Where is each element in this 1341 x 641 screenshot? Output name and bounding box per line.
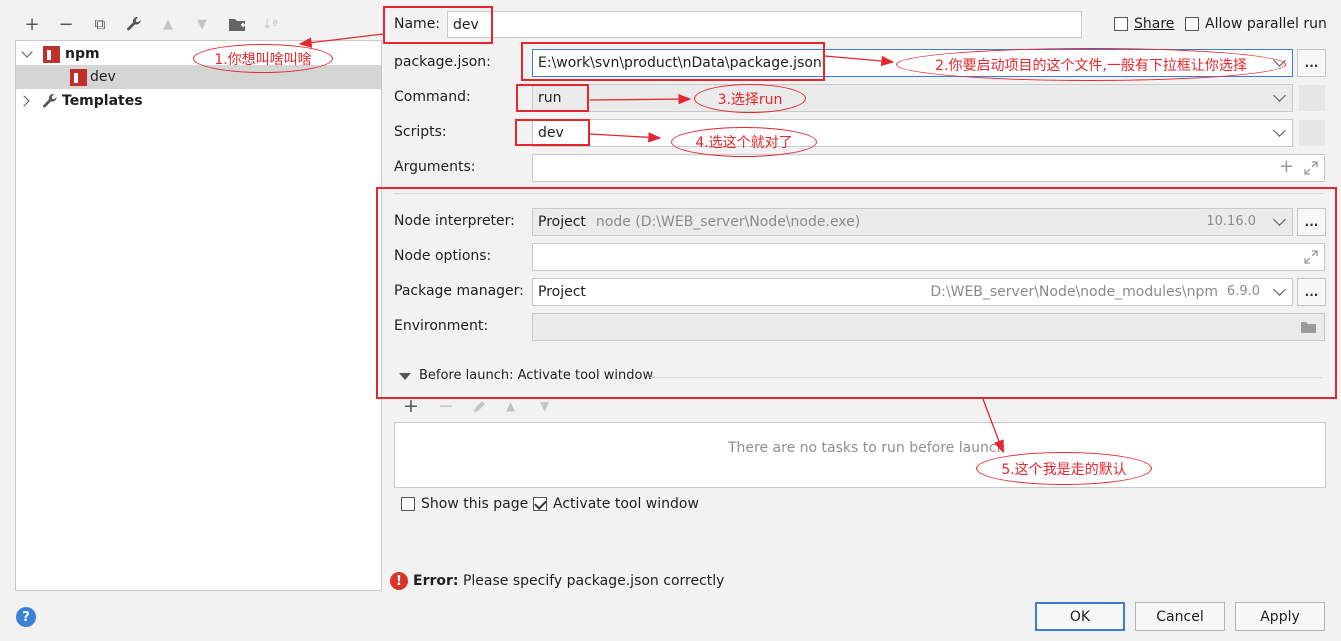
annotation-arrows — [298, 33, 1004, 454]
